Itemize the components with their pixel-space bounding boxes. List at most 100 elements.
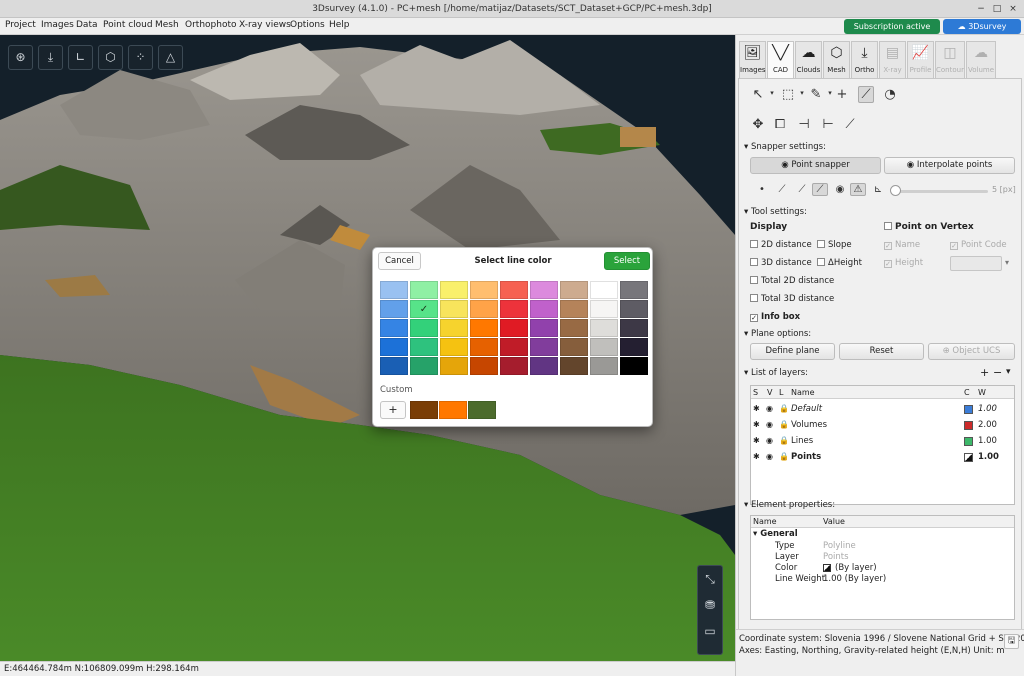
subscription-button[interactable]: Subscription active >: [844, 19, 940, 46]
tab-images[interactable]: 🖼 Images: [739, 41, 766, 79]
layer-color-swatch[interactable]: [964, 421, 973, 430]
menu-options[interactable]: Options: [290, 20, 325, 30]
lock-icon[interactable]: 🔒: [779, 417, 789, 433]
cloud-button[interactable]: ☁ 3Dsurvey Cloud: [943, 19, 1021, 46]
layer-row[interactable]: ✱ ◉ 🔒 Volumes 2.00: [751, 417, 1014, 433]
color-swatch[interactable]: [530, 338, 558, 356]
menu-point-cloud[interactable]: Point cloud: [103, 20, 153, 30]
layer-width[interactable]: 2.00: [978, 417, 997, 433]
color-swatch[interactable]: [440, 319, 468, 337]
measure-icon[interactable]: ⤡: [698, 566, 722, 592]
color-swatch[interactable]: [620, 281, 648, 299]
tab-contour[interactable]: ◫ Contour: [935, 41, 965, 79]
layer-row[interactable]: ✱ ◉ 🔒 Default 1.00: [751, 401, 1014, 417]
eye-icon[interactable]: ◉: [766, 433, 773, 449]
info-box-checkbox[interactable]: ✓ Info box: [750, 312, 800, 323]
color-swatch[interactable]: [590, 300, 618, 318]
total-2d-distance-checkbox[interactable]: Total 2D distance: [750, 276, 834, 287]
color-swatch[interactable]: [470, 338, 498, 356]
color-swatch[interactable]: [410, 281, 438, 299]
color-swatch[interactable]: [440, 281, 468, 299]
color-swatch[interactable]: [590, 319, 618, 337]
color-swatch[interactable]: [560, 357, 588, 375]
color-swatch[interactable]: [380, 338, 408, 356]
snap-icon[interactable]: ✱: [753, 433, 760, 449]
point-on-vertex-checkbox[interactable]: Point on Vertex: [884, 222, 974, 233]
snap-center-icon[interactable]: ◉: [832, 184, 848, 195]
menu-mesh[interactable]: Mesh: [155, 20, 179, 30]
lock-icon[interactable]: 🔒: [779, 449, 789, 465]
maximize-button[interactable]: □: [990, 2, 1004, 16]
eye-icon[interactable]: ◉: [766, 449, 773, 465]
view-toolbar-button[interactable]: ⤓: [38, 45, 63, 70]
color-swatch[interactable]: [500, 319, 528, 337]
close-button[interactable]: ×: [1006, 2, 1020, 16]
color-swatch[interactable]: [380, 300, 408, 318]
tab-mesh[interactable]: ⬡ Mesh: [823, 41, 850, 79]
lock-icon[interactable]: 🔒: [779, 401, 789, 417]
layer-width[interactable]: 1.00: [978, 401, 997, 417]
lock-icon[interactable]: 🔒: [779, 433, 789, 449]
color-swatch[interactable]: [620, 338, 648, 356]
chevron-down-icon[interactable]: ▾: [764, 89, 780, 97]
color-swatch[interactable]: [560, 300, 588, 318]
color-swatch[interactable]: [470, 357, 498, 375]
snap-intersection-icon[interactable]: ⟋: [812, 183, 828, 196]
save-icon[interactable]: 🖫: [1004, 634, 1019, 649]
minimize-button[interactable]: −: [974, 2, 988, 16]
snap-point-icon[interactable]: •: [754, 184, 770, 195]
extend-icon[interactable]: ⊢: [820, 117, 836, 132]
snap-line-icon[interactable]: ⟋: [774, 184, 790, 195]
tab-xray[interactable]: ▤ X-ray: [879, 41, 906, 79]
color-swatch[interactable]: [440, 300, 468, 318]
add-custom-color-button[interactable]: +: [380, 401, 406, 419]
color-swatch[interactable]: [470, 319, 498, 337]
prop-value[interactable]: (By layer): [835, 563, 877, 573]
color-swatch[interactable]: [620, 300, 648, 318]
color-swatch[interactable]: [530, 281, 558, 299]
custom-color-swatch[interactable]: [468, 401, 496, 419]
copy-icon[interactable]: ⧠: [772, 117, 788, 132]
tab-cad[interactable]: ╲╱ CAD: [767, 41, 794, 79]
eye-icon[interactable]: ◉: [766, 417, 773, 433]
cancel-button[interactable]: Cancel: [378, 252, 421, 270]
color-swatch[interactable]: [470, 281, 498, 299]
element-properties-header[interactable]: ▾ Element properties:: [744, 500, 835, 510]
name-checkbox[interactable]: ✓ Name: [884, 240, 920, 251]
define-plane-button[interactable]: Define plane: [750, 343, 835, 360]
object-ucs-button[interactable]: ⊕ Object UCS: [928, 343, 1015, 360]
view-toolbar-button[interactable]: ⁘: [128, 45, 153, 70]
point-snapper-button[interactable]: ◉ Point snapper: [750, 157, 881, 174]
layers-menu-icon[interactable]: ▾: [1006, 367, 1011, 377]
layer-width[interactable]: 1.00: [978, 449, 999, 465]
color-swatch[interactable]: [560, 281, 588, 299]
layers-icon[interactable]: ⛃: [698, 592, 722, 618]
color-swatch[interactable]: [530, 319, 558, 337]
color-swatch[interactable]: [530, 300, 558, 318]
snap-icon[interactable]: ✱: [753, 449, 760, 465]
color-swatch[interactable]: [410, 319, 438, 337]
trim-icon[interactable]: ⊣: [796, 117, 812, 132]
color-swatch[interactable]: [620, 319, 648, 337]
snap-perpendicular-icon[interactable]: ⊾: [870, 184, 886, 195]
check-circle-icon[interactable]: ◔: [882, 87, 898, 102]
crosshair-icon[interactable]: +: [834, 87, 850, 102]
color-swatch[interactable]: [560, 338, 588, 356]
color-swatch[interactable]: [560, 319, 588, 337]
menu-help[interactable]: Help: [329, 20, 350, 30]
view-toolbar-button[interactable]: ⊛: [8, 45, 33, 70]
menu-project[interactable]: Project: [5, 20, 36, 30]
view-toolbar-button[interactable]: ⬡: [98, 45, 123, 70]
slope-checkbox[interactable]: Slope: [817, 240, 852, 251]
view-toolbar-button[interactable]: △: [158, 45, 183, 70]
color-swatch[interactable]: [380, 281, 408, 299]
eye-icon[interactable]: ◉: [766, 401, 773, 417]
tool-settings-header[interactable]: ▾ Tool settings:: [744, 207, 807, 217]
snap-radius-slider[interactable]: [892, 190, 988, 193]
prop-value[interactable]: 1.00 (By layer): [823, 574, 886, 584]
custom-color-swatch[interactable]: [439, 401, 467, 419]
chevron-down-icon[interactable]: ▾: [1005, 258, 1009, 267]
height-format-dropdown[interactable]: [950, 256, 1002, 271]
color-swatch[interactable]: [500, 300, 528, 318]
color-swatch[interactable]: [440, 357, 468, 375]
